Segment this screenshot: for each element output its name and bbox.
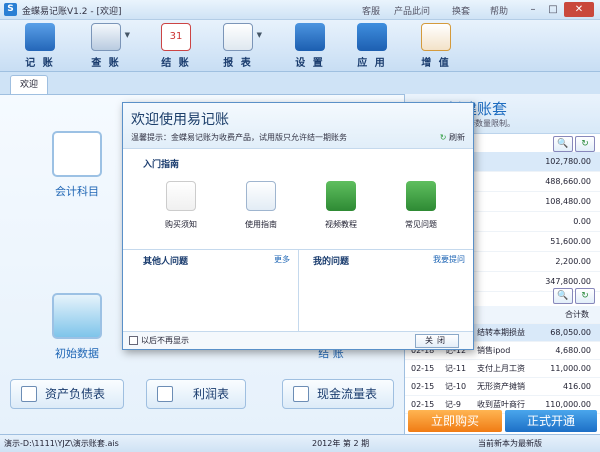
refresh-icon: ↻	[439, 133, 447, 142]
ledger-book-icon	[25, 23, 55, 51]
shopping-bag-icon	[166, 181, 196, 211]
tab-strip: 欢迎	[0, 72, 600, 94]
buy-now-button[interactable]: 立即购买	[408, 410, 502, 432]
switch-set-link[interactable]: 换套	[452, 4, 470, 17]
video-tutorial-button[interactable]: 视频教程	[311, 181, 371, 230]
product-link[interactable]: 产品此问	[394, 4, 430, 17]
close-window-button[interactable]: ✕	[564, 2, 594, 17]
table-row[interactable]: 02-15 记-11 支付上月工资 11,000.00	[405, 360, 600, 378]
toolbar-close-button[interactable]: 31 结 账	[150, 23, 202, 69]
welcome-dialog: 欢迎使用易记账 温馨提示：金蝶易记账为收费产品，试用版只允许结一期账务 ↻ 刷新…	[122, 102, 474, 350]
table-row[interactable]: 02-15 记-10 无形资产摊销 416.00	[405, 378, 600, 396]
income-statement-button[interactable]: 利润表	[146, 379, 246, 409]
list-icon	[406, 181, 436, 211]
others-questions-section: 其他人问题 更多	[123, 249, 299, 331]
status-file-path: 演示-D:\1111\YJZ\演示账套.ais	[4, 439, 119, 448]
dont-show-checkbox[interactable]	[129, 336, 138, 345]
help-link[interactable]: 帮助	[490, 4, 508, 17]
main-toolbar: 记 账 查 账 ▼ 31 结 账 报 表 ▼ 设 置 应 用 增 值	[0, 20, 600, 72]
dialog-title: 欢迎使用易记账	[131, 112, 229, 128]
toolbar-query-button[interactable]: 查 账 ▼	[80, 23, 132, 69]
refresh-button[interactable]: ↻ 刷新	[440, 132, 465, 143]
window-title: 金蝶易记账V1.2 - [欢迎]	[22, 7, 122, 17]
minimize-button[interactable]: –	[524, 2, 542, 17]
service-link[interactable]: 客服	[362, 4, 380, 17]
toolbar-value-added-button[interactable]: 增 值	[410, 23, 462, 69]
gear-icon	[295, 23, 325, 51]
status-bar: 演示-D:\1111\YJZ\演示账套.ais 2012年 第 2 期 当前新本…	[0, 434, 600, 452]
cash-flow-button[interactable]: 现金流量表	[282, 379, 394, 409]
toolbar-settings-button[interactable]: 设 置	[284, 23, 336, 69]
report-icon	[21, 386, 37, 402]
tab-welcome[interactable]: 欢迎	[10, 75, 48, 94]
faq-button[interactable]: 常见问题	[391, 181, 451, 230]
my-questions-section: 我的问题 我要提问	[299, 249, 473, 331]
balance-sheet-button[interactable]: 资产负债表	[10, 379, 124, 409]
dialog-tip: 温馨提示：金蝶易记账为收费产品，试用版只允许结一期账务	[131, 133, 347, 142]
accounts-icon-button[interactable]: 会计科目	[42, 131, 112, 199]
more-link[interactable]: 更多	[274, 254, 290, 265]
dont-show-label: 以后不再显示	[141, 336, 189, 345]
magnifier-icon	[91, 23, 121, 51]
apps-grid-icon	[357, 23, 387, 51]
report-icon	[157, 386, 173, 402]
search-icon[interactable]: 🔍	[553, 288, 573, 304]
toolbar-record-button[interactable]: 记 账	[14, 23, 66, 69]
title-bar: S 金蝶易记账V1.2 - [欢迎] 客服 产品此问 换套 帮助 – □ ✕	[0, 0, 600, 20]
status-period: 2012年 第 2 期	[312, 439, 370, 448]
purchase-notice-button[interactable]: 购买须知	[151, 181, 211, 230]
report-icon	[293, 386, 309, 402]
play-icon	[326, 181, 356, 211]
guide-title: 入门指南	[143, 160, 180, 170]
dialog-close-button[interactable]: 关闭	[415, 334, 459, 348]
user-guide-button[interactable]: 使用指南	[231, 181, 291, 230]
question-book-icon	[246, 181, 276, 211]
yen-growth-icon	[421, 23, 451, 51]
chart-icon	[223, 23, 253, 51]
toolbar-report-button[interactable]: 报 表 ▼	[212, 23, 264, 69]
monitor-refresh-icon	[52, 293, 102, 339]
search-icon[interactable]: 🔍	[553, 136, 573, 152]
chevron-down-icon[interactable]: ▼	[125, 31, 130, 39]
refresh-icon[interactable]: ↻	[575, 136, 595, 152]
status-version: 当前新本为最新版	[478, 439, 542, 448]
app-logo-icon: S	[4, 3, 17, 16]
toolbar-apps-button[interactable]: 应 用	[346, 23, 398, 69]
spreadsheet-icon	[52, 131, 102, 177]
refresh-icon[interactable]: ↻	[575, 288, 595, 304]
initial-data-icon-button[interactable]: 初始数据	[42, 293, 112, 361]
dialog-footer: 以后不再显示 关闭	[123, 331, 473, 349]
calendar-icon: 31	[161, 23, 191, 51]
activate-button[interactable]: 正式开通	[505, 410, 597, 432]
dialog-header: 欢迎使用易记账 温馨提示：金蝶易记账为收费产品，试用版只允许结一期账务 ↻ 刷新	[123, 103, 473, 149]
ask-question-link[interactable]: 我要提问	[433, 254, 465, 265]
maximize-button[interactable]: □	[544, 2, 562, 17]
chevron-down-icon[interactable]: ▼	[257, 31, 262, 39]
